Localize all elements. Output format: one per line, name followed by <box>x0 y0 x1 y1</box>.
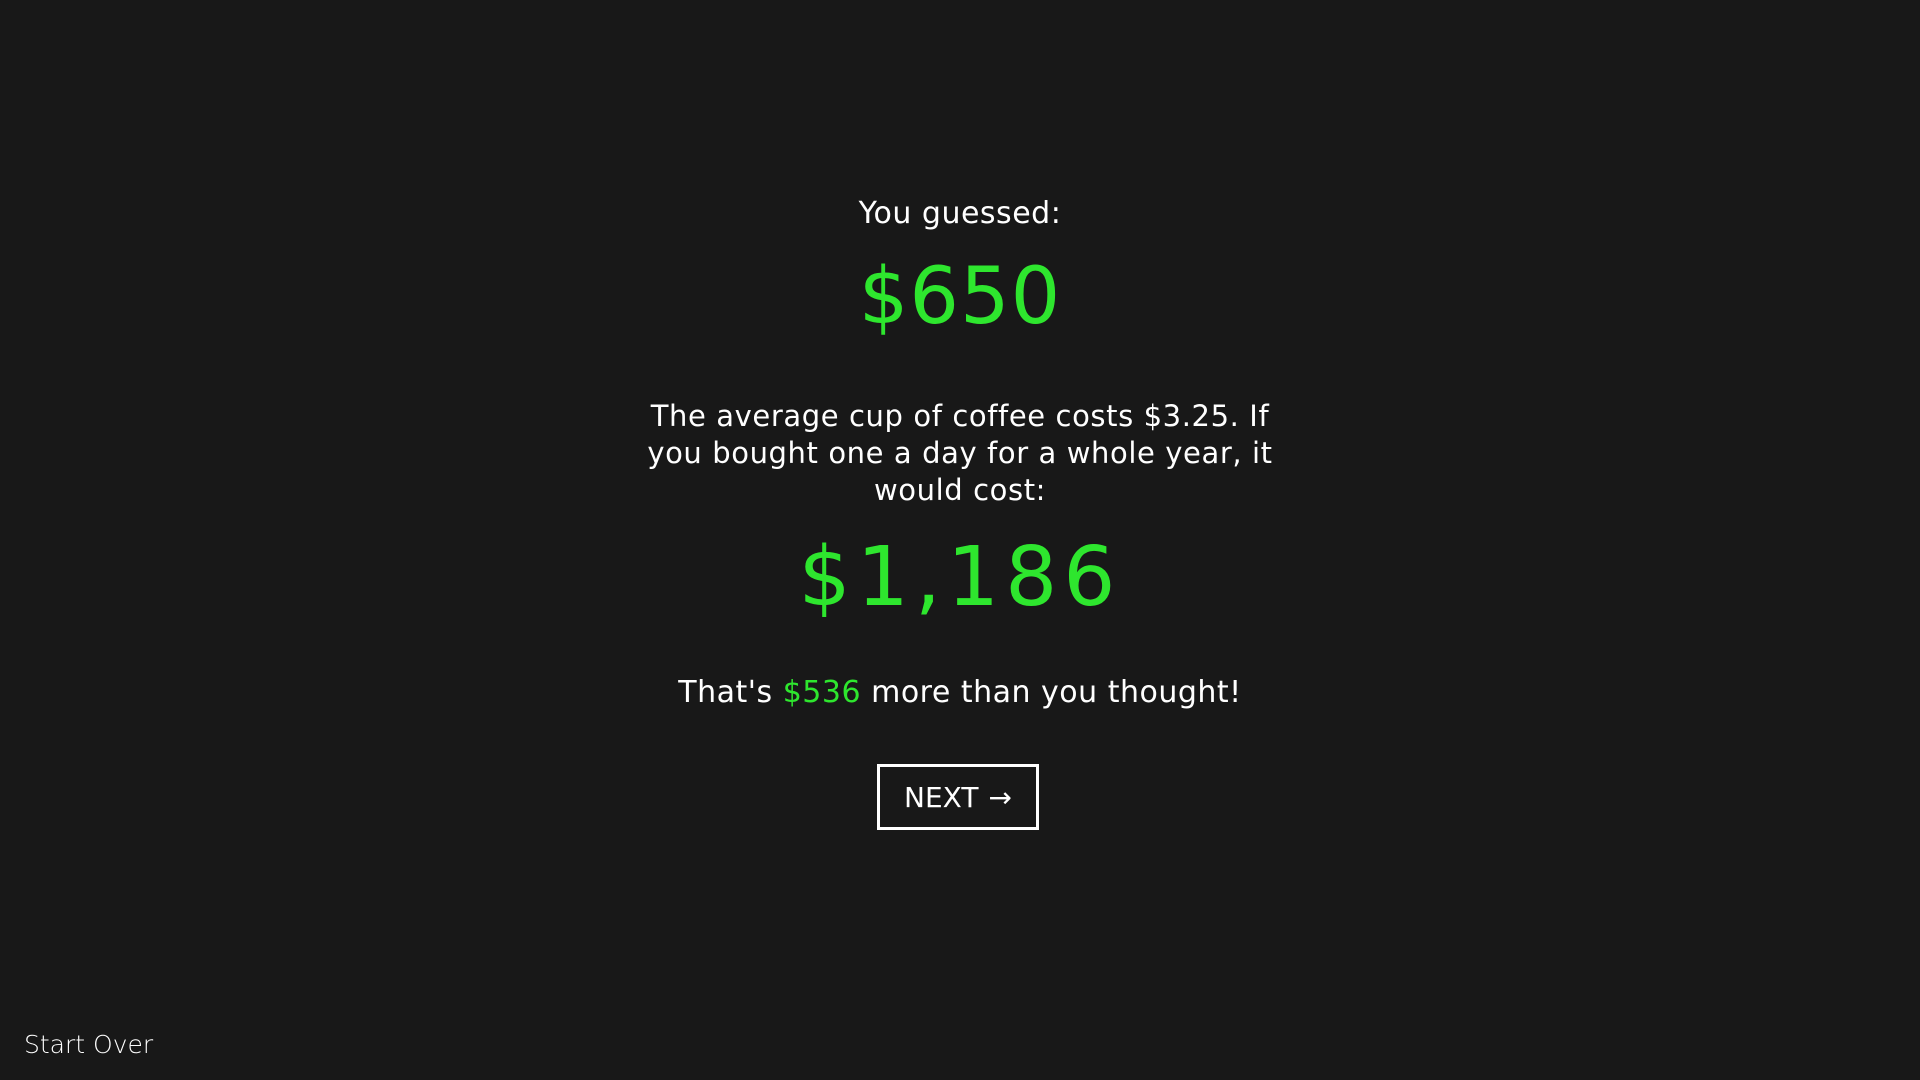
explanation-text: The average cup of coffee costs $3.25. I… <box>647 399 1273 507</box>
guess-value: $650 <box>858 252 1062 342</box>
next-button[interactable]: NEXT → <box>877 764 1039 830</box>
next-button-label: NEXT <box>904 780 979 814</box>
difference-message: That's $536 more than you thought! <box>0 675 1920 710</box>
difference-suffix: more than you thought! <box>861 675 1242 710</box>
start-over-link[interactable]: Start Over <box>24 1030 153 1059</box>
arrow-right-icon: → <box>988 780 1012 814</box>
difference-prefix: That's <box>678 675 783 710</box>
actual-cost-value: $1,186 <box>798 530 1122 625</box>
guess-label: You guessed: <box>858 196 1062 231</box>
difference-amount: $536 <box>782 675 862 710</box>
